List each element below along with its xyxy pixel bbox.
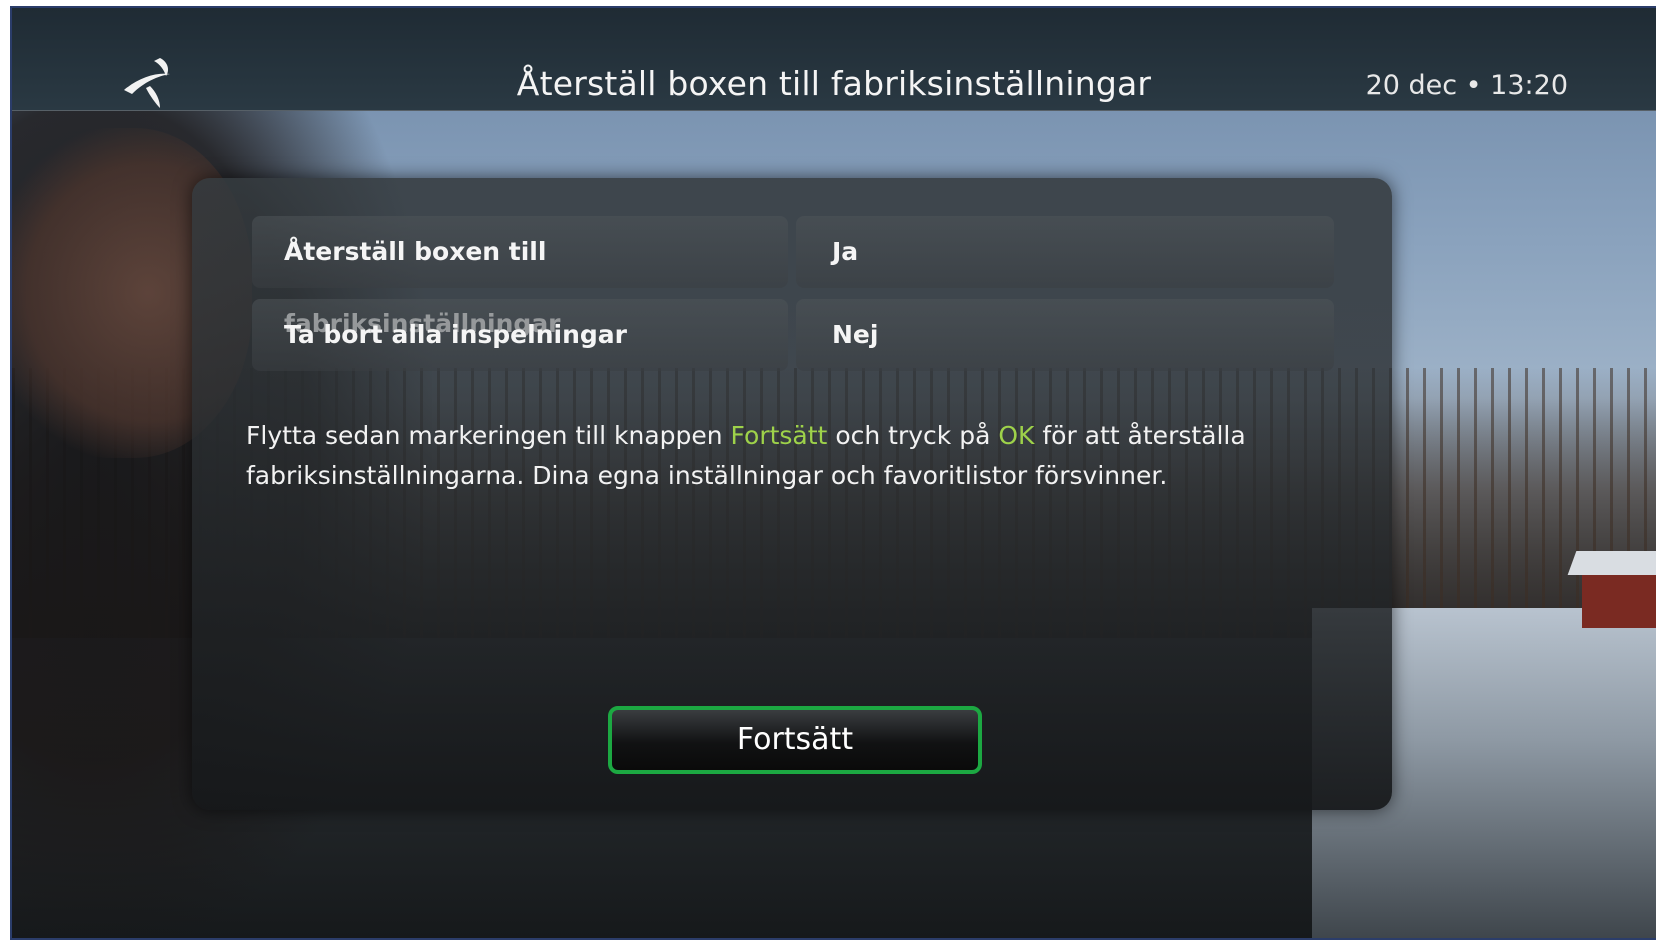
instruction-part: och tryck på — [827, 421, 999, 450]
settings-row-delete-recordings[interactable]: Ta bort alla inspelningar Nej — [252, 299, 1334, 371]
setting-label: Återställ boxen till fabriksinställninga… — [252, 216, 788, 338]
tv-screen: Återställ boxen till fabriksinställninga… — [10, 6, 1656, 940]
settings-row-factory-reset[interactable]: Återställ boxen till fabriksinställninga… — [252, 216, 1334, 338]
date-time: 20 dec • 13:20 — [1365, 70, 1568, 101]
setting-value-factory-reset[interactable]: Ja — [796, 216, 1334, 288]
setting-value-delete-recordings[interactable]: Nej — [796, 299, 1334, 371]
factory-reset-dialog: Återställ boxen till fabriksinställninga… — [192, 178, 1392, 810]
background-house — [1582, 573, 1656, 628]
setting-label: Ta bort alla inspelningar — [252, 299, 788, 371]
highlight-continue: Fortsätt — [730, 421, 828, 450]
continue-button[interactable]: Fortsätt — [608, 706, 982, 774]
top-bar: Återställ boxen till fabriksinställninga… — [12, 8, 1656, 111]
highlight-ok: OK — [998, 421, 1035, 450]
instruction-part: Flytta sedan markeringen till knappen — [246, 421, 731, 450]
instruction-text: Flytta sedan markeringen till knappen Fo… — [246, 416, 1356, 496]
